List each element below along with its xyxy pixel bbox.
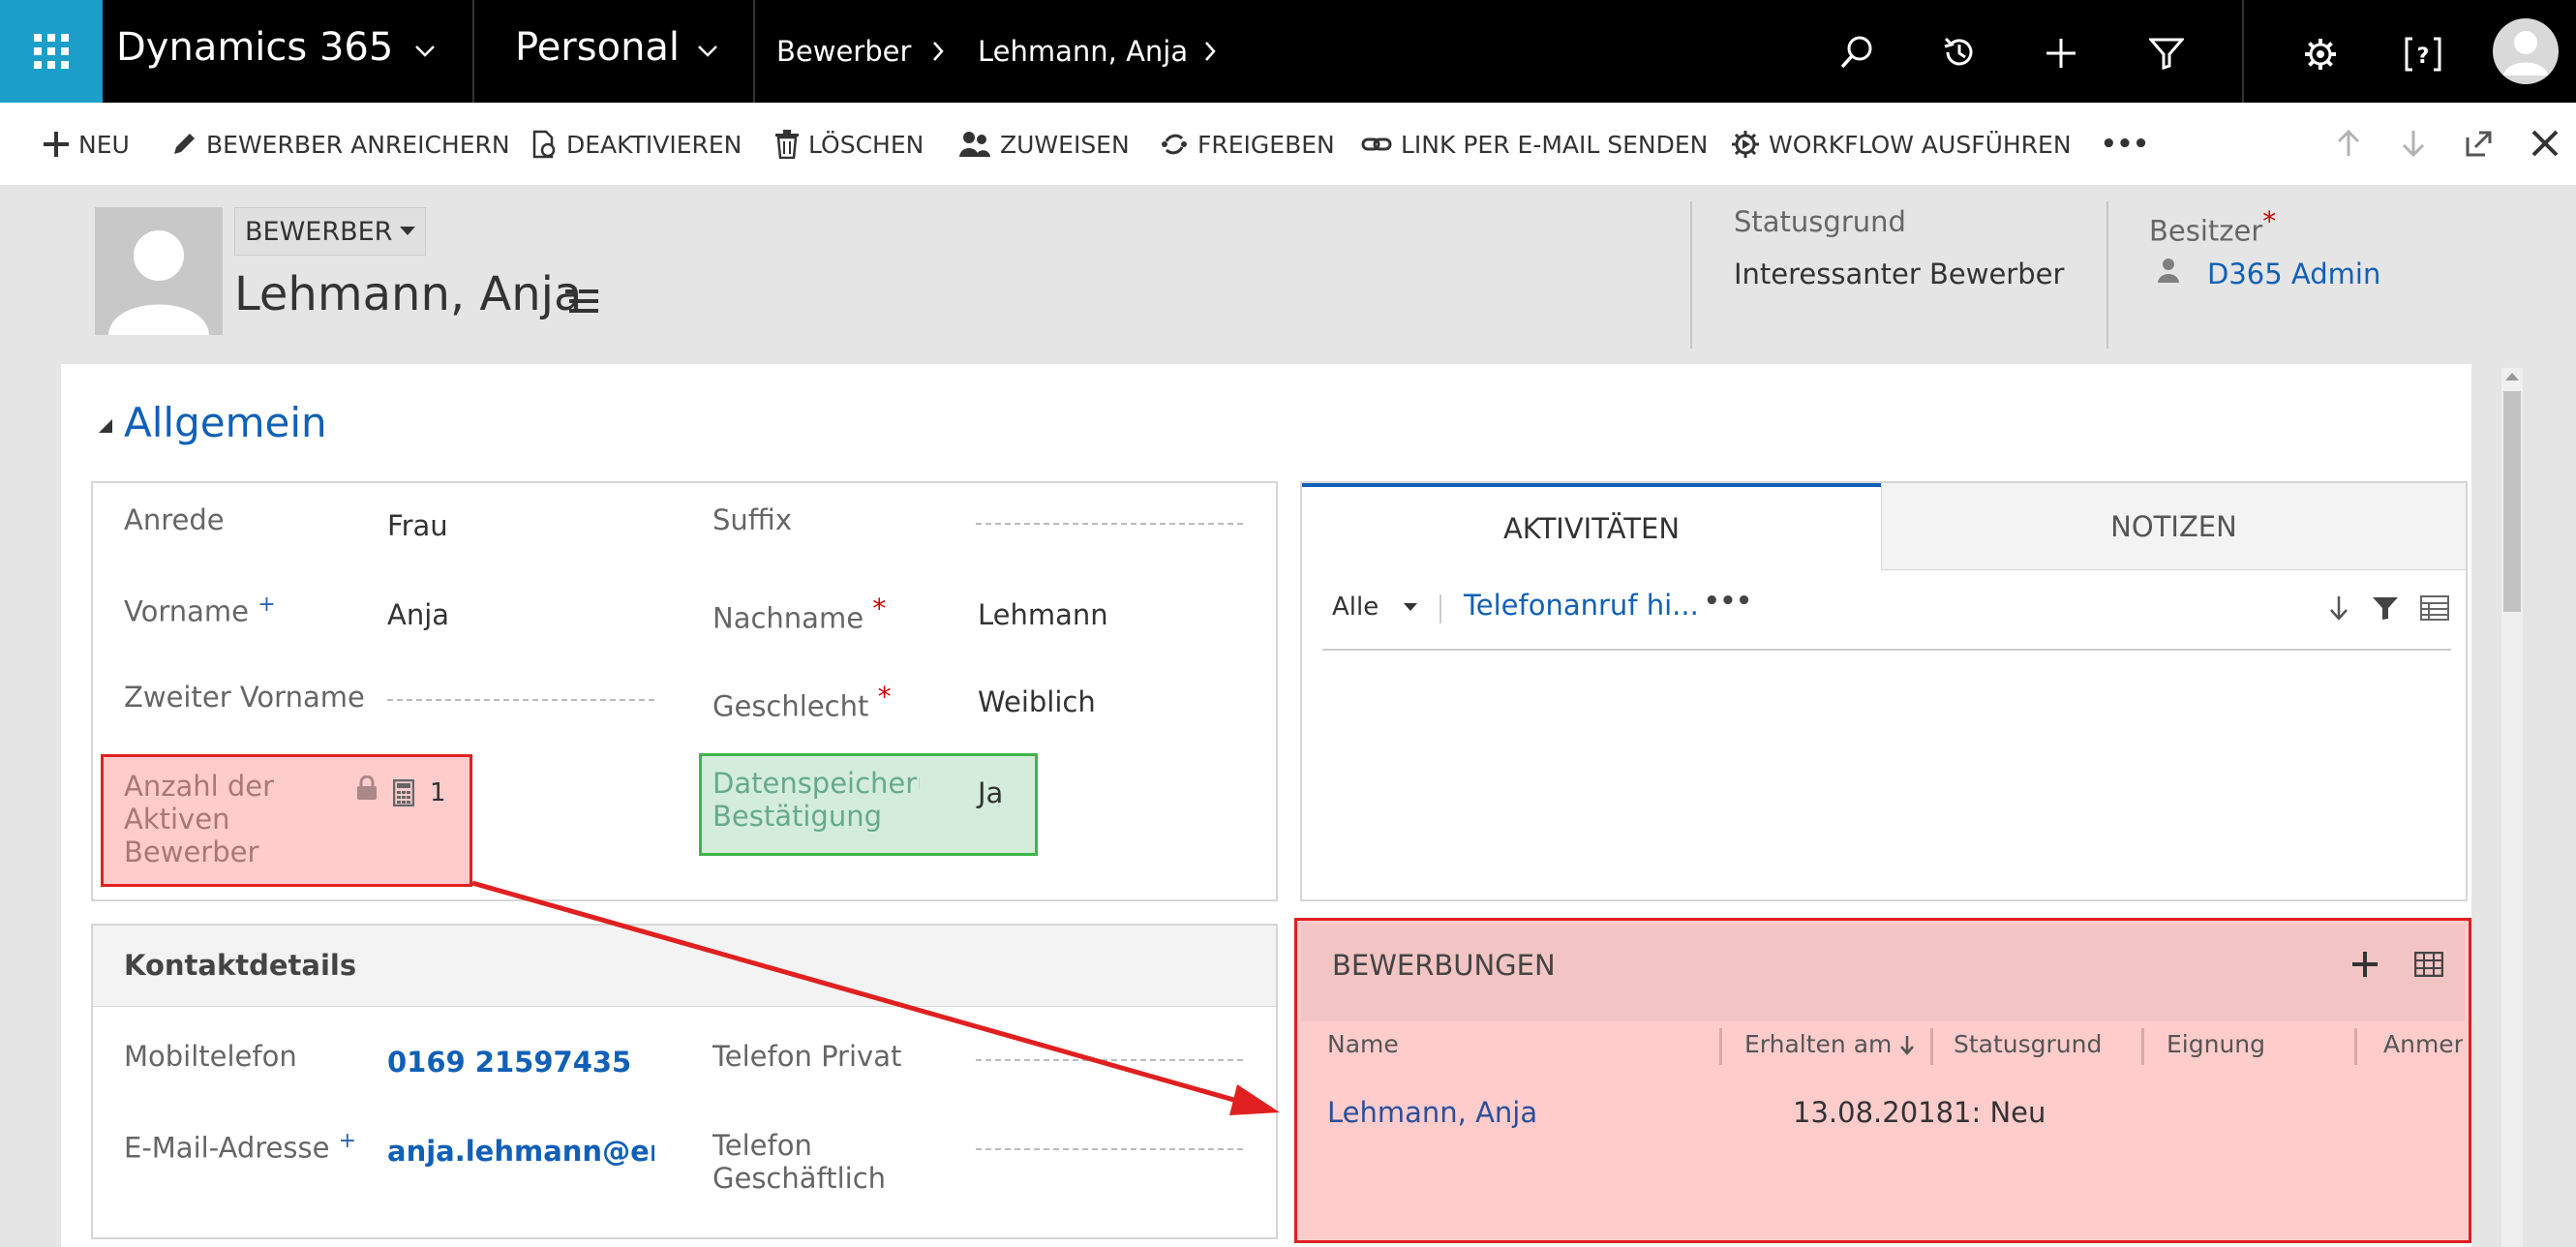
- annotation-arrow: [471, 880, 1280, 1115]
